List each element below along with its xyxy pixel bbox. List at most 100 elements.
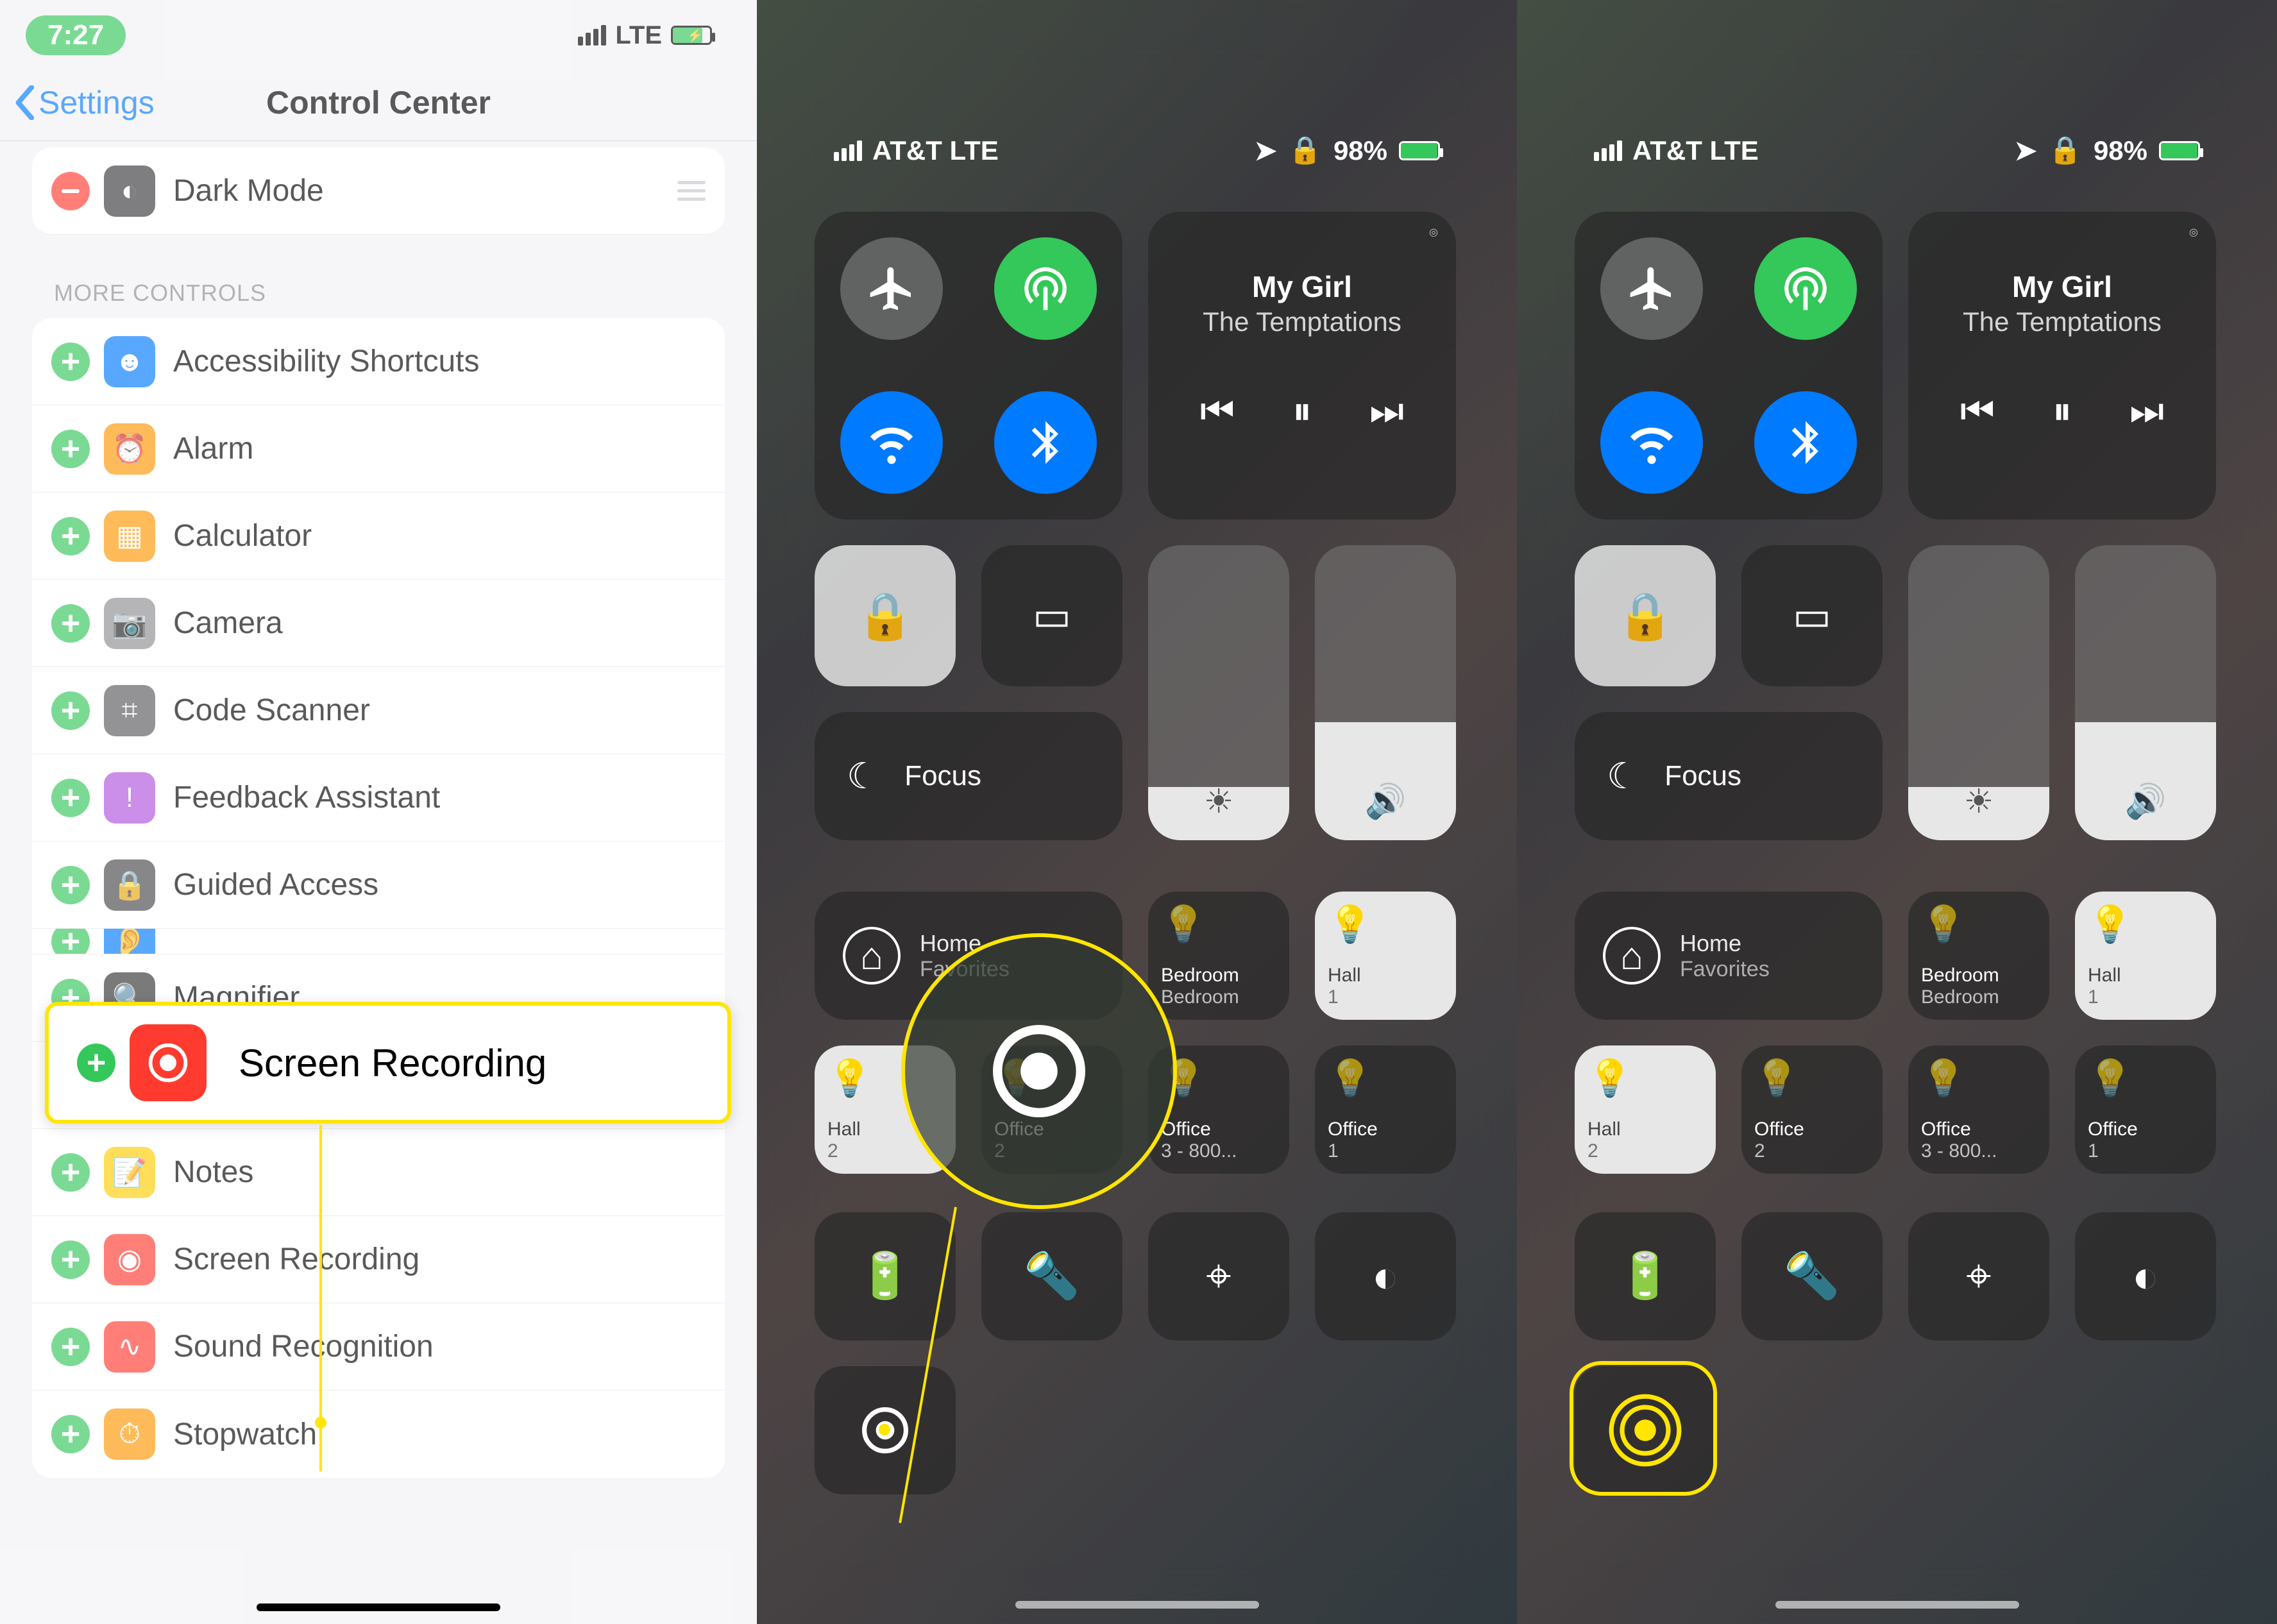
home-tile-bedroom-Bedroom[interactable]: 💡BedroomBedroom xyxy=(1908,892,2049,1020)
more-row-stop[interactable]: +⏱Stopwatch xyxy=(32,1391,725,1478)
focus-button[interactable]: ☾ Focus xyxy=(815,712,1122,840)
sun-icon: ☀ xyxy=(1148,782,1289,821)
tile-name: Office xyxy=(994,1119,1110,1140)
connectivity-tile[interactable] xyxy=(815,212,1122,520)
status-bar: AT&T LTE ➤ 🔒 98% xyxy=(757,135,1517,166)
airplay-icon[interactable]: ◎ xyxy=(2189,226,2198,239)
low-power-button[interactable]: 🔋 xyxy=(1575,1212,1716,1341)
more-row-scan[interactable]: +⌗Code Scanner xyxy=(32,667,725,754)
home-tile-bedroom-Bedroom[interactable]: 💡BedroomBedroom xyxy=(1148,892,1289,1020)
more-row-feed[interactable]: +!Feedback Assistant xyxy=(32,754,725,842)
home-tile-office-3 - 800...[interactable]: 💡Office3 - 800... xyxy=(1908,1045,2049,1174)
volume-slider[interactable]: 🔊 xyxy=(1315,545,1456,840)
screen-mirror-button[interactable]: ▭ xyxy=(981,545,1122,686)
bluetooth-button[interactable] xyxy=(1754,391,1857,494)
back-button[interactable]: Settings xyxy=(0,84,155,121)
next-button[interactable]: ⏭ xyxy=(1369,389,1404,434)
home-tile-office-3 - 800...[interactable]: 💡Office3 - 800... xyxy=(1148,1045,1289,1174)
more-row-calc[interactable]: +▦Calculator xyxy=(32,493,725,580)
tile-name: Office xyxy=(2088,1119,2203,1140)
darkmode-button[interactable]: ◐ xyxy=(2075,1212,2216,1341)
more-row-hear[interactable]: +👂 xyxy=(32,929,725,954)
wifi-button[interactable] xyxy=(1600,391,1703,494)
more-row-acc[interactable]: +☻Accessibility Shortcuts xyxy=(32,318,725,405)
connectivity-tile[interactable] xyxy=(1575,212,1883,520)
media-tile[interactable]: ◎ My Girl The Temptations ⏮ ⏸ ⏭ xyxy=(1148,212,1456,520)
darkmode-icon: ◐ xyxy=(2132,1251,2159,1302)
home-favorites-tile[interactable]: ⌂ Home Favorites xyxy=(1575,892,1883,1020)
remote-button[interactable]: ⌖ xyxy=(1908,1212,2049,1341)
orientation-lock-button[interactable]: 🔒 xyxy=(815,545,956,686)
prev-button[interactable]: ⏮ xyxy=(1960,389,1995,434)
screen-recording-button-active[interactable] xyxy=(1575,1366,1716,1494)
home-tile-hall-1[interactable]: 💡Hall1 xyxy=(2075,892,2216,1020)
callout-screen-recording-row[interactable]: + Screen Recording xyxy=(45,1002,731,1124)
remove-button[interactable] xyxy=(51,172,90,210)
prev-button[interactable]: ⏮ xyxy=(1200,389,1235,434)
brightness-slider[interactable]: ☀ xyxy=(1148,545,1289,840)
add-button[interactable]: + xyxy=(51,343,90,381)
volume-slider[interactable]: 🔊 xyxy=(2075,545,2216,840)
orientation-lock-button[interactable]: 🔒 xyxy=(1575,545,1716,686)
airplane-button[interactable] xyxy=(1600,237,1703,340)
add-button[interactable]: + xyxy=(51,430,90,468)
drag-handle-icon[interactable] xyxy=(677,181,706,201)
cellular-button[interactable] xyxy=(994,237,1097,340)
moon-icon: ☾ xyxy=(847,755,879,797)
tile-sub: 2 xyxy=(994,1140,1110,1162)
screen-mirror-button[interactable]: ▭ xyxy=(1741,545,1883,686)
airplay-icon[interactable]: ◎ xyxy=(1429,226,1438,239)
home-favorites-tile[interactable]: ⌂ Home Favorites xyxy=(815,892,1122,1020)
home-tile-office-1[interactable]: 💡Office1 xyxy=(2075,1045,2216,1174)
add-button[interactable]: + xyxy=(51,1153,90,1192)
add-button[interactable]: + xyxy=(51,1240,90,1279)
home-tile-hall-2[interactable]: 💡Hall2 xyxy=(1575,1045,1716,1174)
cellular-button[interactable] xyxy=(1754,237,1857,340)
more-row-rec[interactable]: +◉Screen Recording xyxy=(32,1216,725,1303)
add-button[interactable]: + xyxy=(51,691,90,730)
time-pill[interactable]: 7:27 xyxy=(26,15,126,55)
add-button[interactable]: + xyxy=(51,517,90,555)
hear-icon: 👂 xyxy=(104,929,155,954)
wifi-button[interactable] xyxy=(840,391,943,494)
flashlight-button[interactable]: 🔦 xyxy=(1741,1212,1883,1341)
low-power-button[interactable]: 🔋 xyxy=(815,1212,956,1341)
add-button[interactable]: + xyxy=(51,1415,90,1453)
remote-button[interactable]: ⌖ xyxy=(1148,1212,1289,1341)
more-row-alarm[interactable]: +⏰Alarm xyxy=(32,405,725,493)
pause-button[interactable]: ⏸ xyxy=(2053,389,2072,434)
add-button[interactable]: + xyxy=(51,1328,90,1366)
bulb-icon: 💡 xyxy=(1754,1057,1870,1099)
more-row-cam[interactable]: +📷Camera xyxy=(32,580,725,667)
included-row-darkmode[interactable]: ◐ Dark Mode xyxy=(32,148,725,235)
home-indicator[interactable] xyxy=(1775,1601,2019,1609)
media-tile[interactable]: ◎ My Girl The Temptations ⏮ ⏸ ⏭ xyxy=(1908,212,2216,520)
airplane-button[interactable] xyxy=(840,237,943,340)
add-button[interactable]: + xyxy=(51,779,90,817)
more-row-guide[interactable]: +🔒Guided Access xyxy=(32,842,725,929)
home-tile-office-1[interactable]: 💡Office1 xyxy=(1315,1045,1456,1174)
next-button[interactable]: ⏭ xyxy=(2129,389,2164,434)
add-button[interactable]: + xyxy=(51,929,90,954)
more-row-notes[interactable]: +📝Notes xyxy=(32,1129,725,1216)
screen-recording-button[interactable] xyxy=(815,1366,956,1494)
add-button[interactable]: + xyxy=(77,1044,115,1082)
add-button[interactable]: + xyxy=(51,604,90,643)
bluetooth-button[interactable] xyxy=(994,391,1097,494)
focus-button[interactable]: ☾ Focus xyxy=(1575,712,1883,840)
home-indicator[interactable] xyxy=(1015,1601,1259,1609)
darkmode-icon: ◐ xyxy=(1372,1251,1399,1302)
home-tile-hall-1[interactable]: 💡Hall1 xyxy=(1315,892,1456,1020)
pause-button[interactable]: ⏸ xyxy=(1292,389,1312,434)
flashlight-button[interactable]: 🔦 xyxy=(981,1212,1122,1341)
darkmode-button[interactable]: ◐ xyxy=(1315,1212,1456,1341)
bulb-icon: 💡 xyxy=(1587,1057,1703,1099)
brightness-slider[interactable]: ☀ xyxy=(1908,545,2049,840)
home-tile-office-2[interactable]: 💡Office2 xyxy=(981,1045,1122,1174)
home-tile-office-2[interactable]: 💡Office2 xyxy=(1741,1045,1883,1174)
record-active-icon xyxy=(1607,1392,1684,1469)
home-tile-hall-2[interactable]: 💡Hall2 xyxy=(815,1045,956,1174)
more-row-sound[interactable]: +∿Sound Recognition xyxy=(32,1303,725,1391)
home-indicator[interactable] xyxy=(257,1603,500,1611)
add-button[interactable]: + xyxy=(51,866,90,904)
